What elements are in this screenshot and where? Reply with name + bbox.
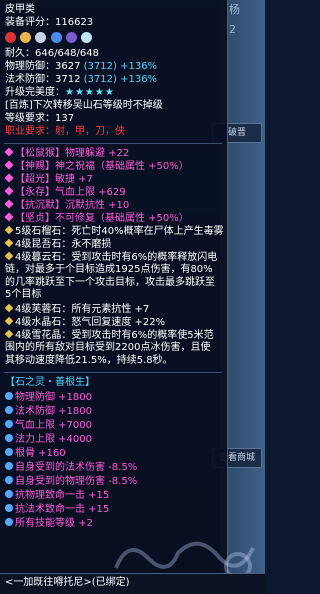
gem-bullet-icon (4, 303, 14, 313)
gold-gem-icon (20, 32, 32, 43)
soul-stat: 抗物理致命一击 +15 (5, 490, 109, 502)
attribute-bullet-icon (4, 199, 14, 209)
divider (4, 143, 222, 144)
side-tab-2[interactable]: 2 (229, 23, 236, 36)
attribute-bullet-icon (4, 173, 14, 183)
mag-def-pct: +136% (120, 74, 158, 85)
soul-stat: 所有技能等级 +2 (5, 518, 93, 530)
phys-def-label: 物理防御： (5, 61, 55, 72)
purple-gem-icon (65, 32, 77, 43)
gem-line: 5级石榴石：死亡时40%概率在尸体上产生毒雾 (4, 225, 224, 238)
item-tooltip: 皮甲类 装备评分：116623 耐久：646/648/648 物理防御：3627… (0, 0, 228, 574)
item-type: 皮甲类 (5, 4, 35, 15)
footer-bar: <一加既往嘚托尼>(已绑定) (0, 573, 265, 594)
rating-value: 116623 (55, 17, 94, 28)
gem-bullet-icon (4, 329, 14, 339)
soul-stat: 根骨 +160 (5, 448, 66, 460)
soul-stat: 物理防御 +1800 (5, 392, 92, 404)
divider (4, 372, 222, 373)
phys-def-pct: +136% (120, 61, 158, 72)
rating-row: 装备评分：116623 (5, 17, 93, 29)
gem-line: 4级芙蓉石：所有元素抗性 +7 (4, 303, 149, 316)
upgrade-row: 升级完美度：★★★★★ (5, 87, 115, 99)
attribute-bullet-icon (4, 186, 14, 196)
upgrade-label: 升级完美度： (5, 87, 65, 98)
mag-def-label: 法术防御： (5, 74, 55, 85)
side-tab-1[interactable]: 杨 (229, 3, 240, 16)
soul-bullet-icon (5, 448, 13, 456)
attribute-bullet-icon (4, 160, 14, 170)
soul-bullet-icon (5, 504, 13, 512)
upgrade-stars: ★★★★★ (65, 87, 115, 98)
owner-note: <一加既往嘚托尼>(已绑定) (5, 577, 130, 588)
mag-def-bonus: (3712) (83, 74, 117, 85)
soul-bullet-icon (5, 406, 13, 414)
attribute-bullet-icon (4, 212, 14, 222)
soul-stat: 气血上限 +7000 (5, 420, 92, 432)
soul-stat: 抗法术致命一击 +15 (5, 504, 109, 516)
bind-note: [百炼]下次转移吴山石等级时不掉级 (5, 100, 163, 111)
gem-bullet-icon (4, 238, 14, 248)
phys-def-row: 物理防御：3627 (3712) +136% (5, 61, 157, 73)
attribute-bullet-icon (4, 147, 14, 157)
soul-bullet-icon (5, 462, 13, 470)
gem-sockets (5, 32, 93, 45)
gem-line: 4级水晶石：怒气回复速度 +22% (4, 316, 165, 329)
attribute-line: 【永存】气血上限 +629 (4, 186, 126, 199)
mag-def-row: 法术防御：3712 (3712) +136% (5, 74, 157, 86)
phys-def-bonus: (3712) (83, 61, 117, 72)
attribute-line: 【神赐】神之祝福（基础属性 +50%） (4, 160, 189, 173)
gem-bullet-icon (4, 251, 14, 261)
soul-title: 【石之灵・善根生】 (5, 377, 95, 388)
gem-line: 4级雪花晶：受到攻击时有6%的概率使5米范围内的所有敌对目标受到2200点冰伤害… (4, 329, 214, 366)
attribute-line: 【松鼠猴】物理躲避 +22 (4, 147, 129, 160)
soul-bullet-icon (5, 518, 13, 526)
soul-stat: 自身受到的物理伤害 -8.5% (5, 476, 137, 488)
soul-stat: 法术防御 +1800 (5, 406, 92, 418)
attribute-line: 【抗沉默】沉默抗性 +10 (4, 199, 129, 212)
phys-def-value: 3627 (55, 61, 81, 72)
soul-stat: 法力上限 +4000 (5, 434, 92, 446)
gem-line: 4级暮云石：受到攻击时有6%的概率释放闪电链，对最多于个目标造成1925点伤害，… (4, 251, 218, 301)
soul-bullet-icon (5, 434, 13, 442)
attribute-line: 【超光】敏捷 +7 (4, 173, 93, 186)
soul-bullet-icon (5, 476, 13, 484)
level-requirement: 等级要求：137 (5, 113, 75, 124)
gem-bullet-icon (4, 316, 14, 326)
rating-label: 装备评分： (5, 17, 55, 28)
soul-bullet-icon (5, 490, 13, 498)
red-gem-icon (5, 32, 16, 43)
blue-gem-icon (50, 32, 62, 43)
silver-gem-icon (35, 32, 47, 43)
gem-line: 4级昆吾石：永不磨损 (4, 238, 111, 251)
soul-bullet-icon (5, 420, 13, 428)
soul-stat: 自身受到的法术伤害 -8.5% (5, 462, 137, 474)
class-requirement: 职业要求：射，甲，刀，侠 (5, 126, 125, 137)
mag-def-value: 3712 (55, 74, 81, 85)
crystal-gem-icon (80, 32, 92, 43)
attribute-line: 【坚贞】不可修复（基础属性 +50%） (4, 212, 189, 225)
soul-bullet-icon (5, 392, 13, 400)
durability: 耐久：646/648/648 (5, 48, 99, 59)
gem-bullet-icon (4, 225, 14, 235)
